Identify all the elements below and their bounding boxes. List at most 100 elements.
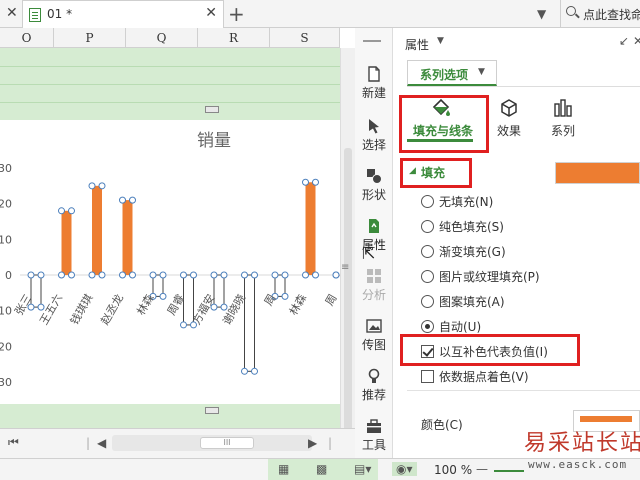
tool-shapes[interactable]: 形状 [355,164,393,216]
chart-resize-handle-bottom[interactable] [205,407,219,414]
close-icon[interactable]: ✕ [6,5,18,21]
chart-title: 销量 [197,131,231,151]
column-header-o[interactable]: O [0,28,54,48]
tool-toolbox[interactable]: 工具 [355,414,393,466]
splitter-grip-icon[interactable]: ≡ [341,262,349,273]
horizontal-scroll-bar: ⏮ | ◀ III ▶ | [0,428,355,458]
scroll-right-icon[interactable]: ▶ [308,436,317,450]
watermark: 易采站长站 www.easck.com [520,425,640,480]
chevron-down-icon: ▼ [478,67,485,77]
column-header-p[interactable]: P [54,28,126,48]
tool-recommend[interactable]: 推荐 [355,364,393,416]
column-header: O P Q R S [0,28,340,48]
radio-button[interactable] [421,195,434,208]
add-tab-icon[interactable]: + [228,2,245,26]
bar-selection-handle [119,271,126,279]
selected-cells-top[interactable] [0,48,340,120]
fill-color-swatch[interactable] [555,162,640,184]
chart-area[interactable]: 销量3020100-10-20-30张三王五六钱琪琪赵丞龙林森周睿方福安谢晓晓周… [0,120,340,404]
bar-chart: 销量3020100-10-20-30张三王五六钱琪琪赵丞龙林森周睿方福安谢晓晓周… [0,131,340,389]
bar-selection-handle [68,207,75,215]
bar-selection-handle [88,182,96,190]
radio-button[interactable] [421,270,434,283]
chevron-down-icon[interactable]: ▼ [437,36,444,46]
series-options-label: 系列选项 [420,68,469,82]
bar-selection-handle [241,367,248,375]
category-label: 周 [323,292,340,308]
panel-title[interactable]: 属性 [405,36,429,53]
selected-cells-bottom[interactable] [0,404,340,428]
column-header-q[interactable]: Q [126,28,198,48]
analysis-icon [367,269,381,283]
fill-option-label: 渐变填充(G) [439,245,506,259]
subtab-series[interactable]: 系列 [543,92,583,144]
highlight-box [400,158,472,188]
horizontal-scroll-track[interactable]: III [112,435,312,451]
scroll-left-icon[interactable]: ◀ [97,436,106,450]
bar-selection-handle [149,271,157,279]
bar-selection-handle [312,271,319,279]
bar-selection-handle [27,271,35,279]
scroll-left-end-icon[interactable]: ⏮ [8,435,19,450]
mouse-cursor-icon: ⇱ [362,244,376,263]
tool-new[interactable]: 新建 [355,62,393,114]
bar-selection-handle [241,271,248,279]
bar [30,274,42,308]
vertical-scrollbar[interactable] [340,48,355,448]
spreadsheet-file-icon [29,8,41,22]
normal-view-icon[interactable]: ▦ [278,462,289,476]
color-preview [580,416,632,422]
series-options-tab[interactable]: 系列选项 ▼ [407,60,497,86]
zoom-out-icon[interactable]: — [476,462,488,476]
column-header-s[interactable]: S [270,28,340,48]
y-tick-label: -30 [0,376,12,389]
reading-mode-icon[interactable]: ◉▾ [392,462,417,476]
close-tab-icon[interactable]: ✕ [205,5,217,21]
document-tab[interactable]: 01 * ✕ [22,0,224,28]
search-box[interactable]: 点此查找命 [560,0,640,28]
category-label: 赵丞龙 [97,292,126,328]
divider: | [328,436,333,450]
bar-selection-handle [58,271,65,279]
tool-select[interactable]: 选择 [355,114,393,166]
column-header-r[interactable]: R [198,28,270,48]
bar-selection-handle [210,271,218,279]
y-tick-label: 20 [0,198,12,211]
bar-selection-handle [281,271,289,279]
bar [213,274,225,308]
bar [305,182,316,275]
document-title: 01 * [47,7,73,21]
bar-selection-handle [220,271,228,279]
divider [407,390,640,391]
bar-selection-handle [271,271,279,279]
tool-label: 选择 [361,138,386,152]
bar-selection-handle [98,271,106,279]
subtab-effect[interactable]: 效果 [489,92,529,144]
category-label: 林森 [286,292,309,318]
chart-resize-handle-top[interactable] [205,106,219,113]
scrollbar-thumb[interactable] [344,148,352,448]
subtab-effect-label: 效果 [497,124,522,138]
bar-selection-handle [302,271,309,279]
close-icon[interactable]: ✕ [633,34,640,48]
bar-selection-handle [312,178,319,186]
y-tick-label: -10 [0,305,12,318]
zoom-level[interactable]: 100 % [434,463,472,477]
horizontal-scroll-thumb[interactable]: III [200,437,254,449]
bar-selection-handle [302,178,309,186]
checkbox-label: 依数据点着色(V) [439,370,529,384]
collapse-panel-icon[interactable]: ↙ [619,34,629,48]
radio-button[interactable] [421,245,434,258]
toolbar-grip[interactable] [363,40,381,42]
page-break-view-icon[interactable]: ▩ [316,462,327,476]
side-toolbar: 新建 选择 形状 属性 分析 传图 推荐 工具 [355,28,393,458]
radio-button[interactable] [421,220,434,233]
bar-selection-handle [119,196,126,204]
tool-analysis[interactable]: 分析 [355,264,393,316]
dropdown-menu-icon[interactable]: ▼ [537,7,551,21]
tool-image-upload[interactable]: 传图 [355,314,393,366]
checkbox[interactable] [421,370,434,383]
bar [61,210,72,275]
radio-button[interactable] [421,295,434,308]
radio-button-selected[interactable] [421,320,434,333]
